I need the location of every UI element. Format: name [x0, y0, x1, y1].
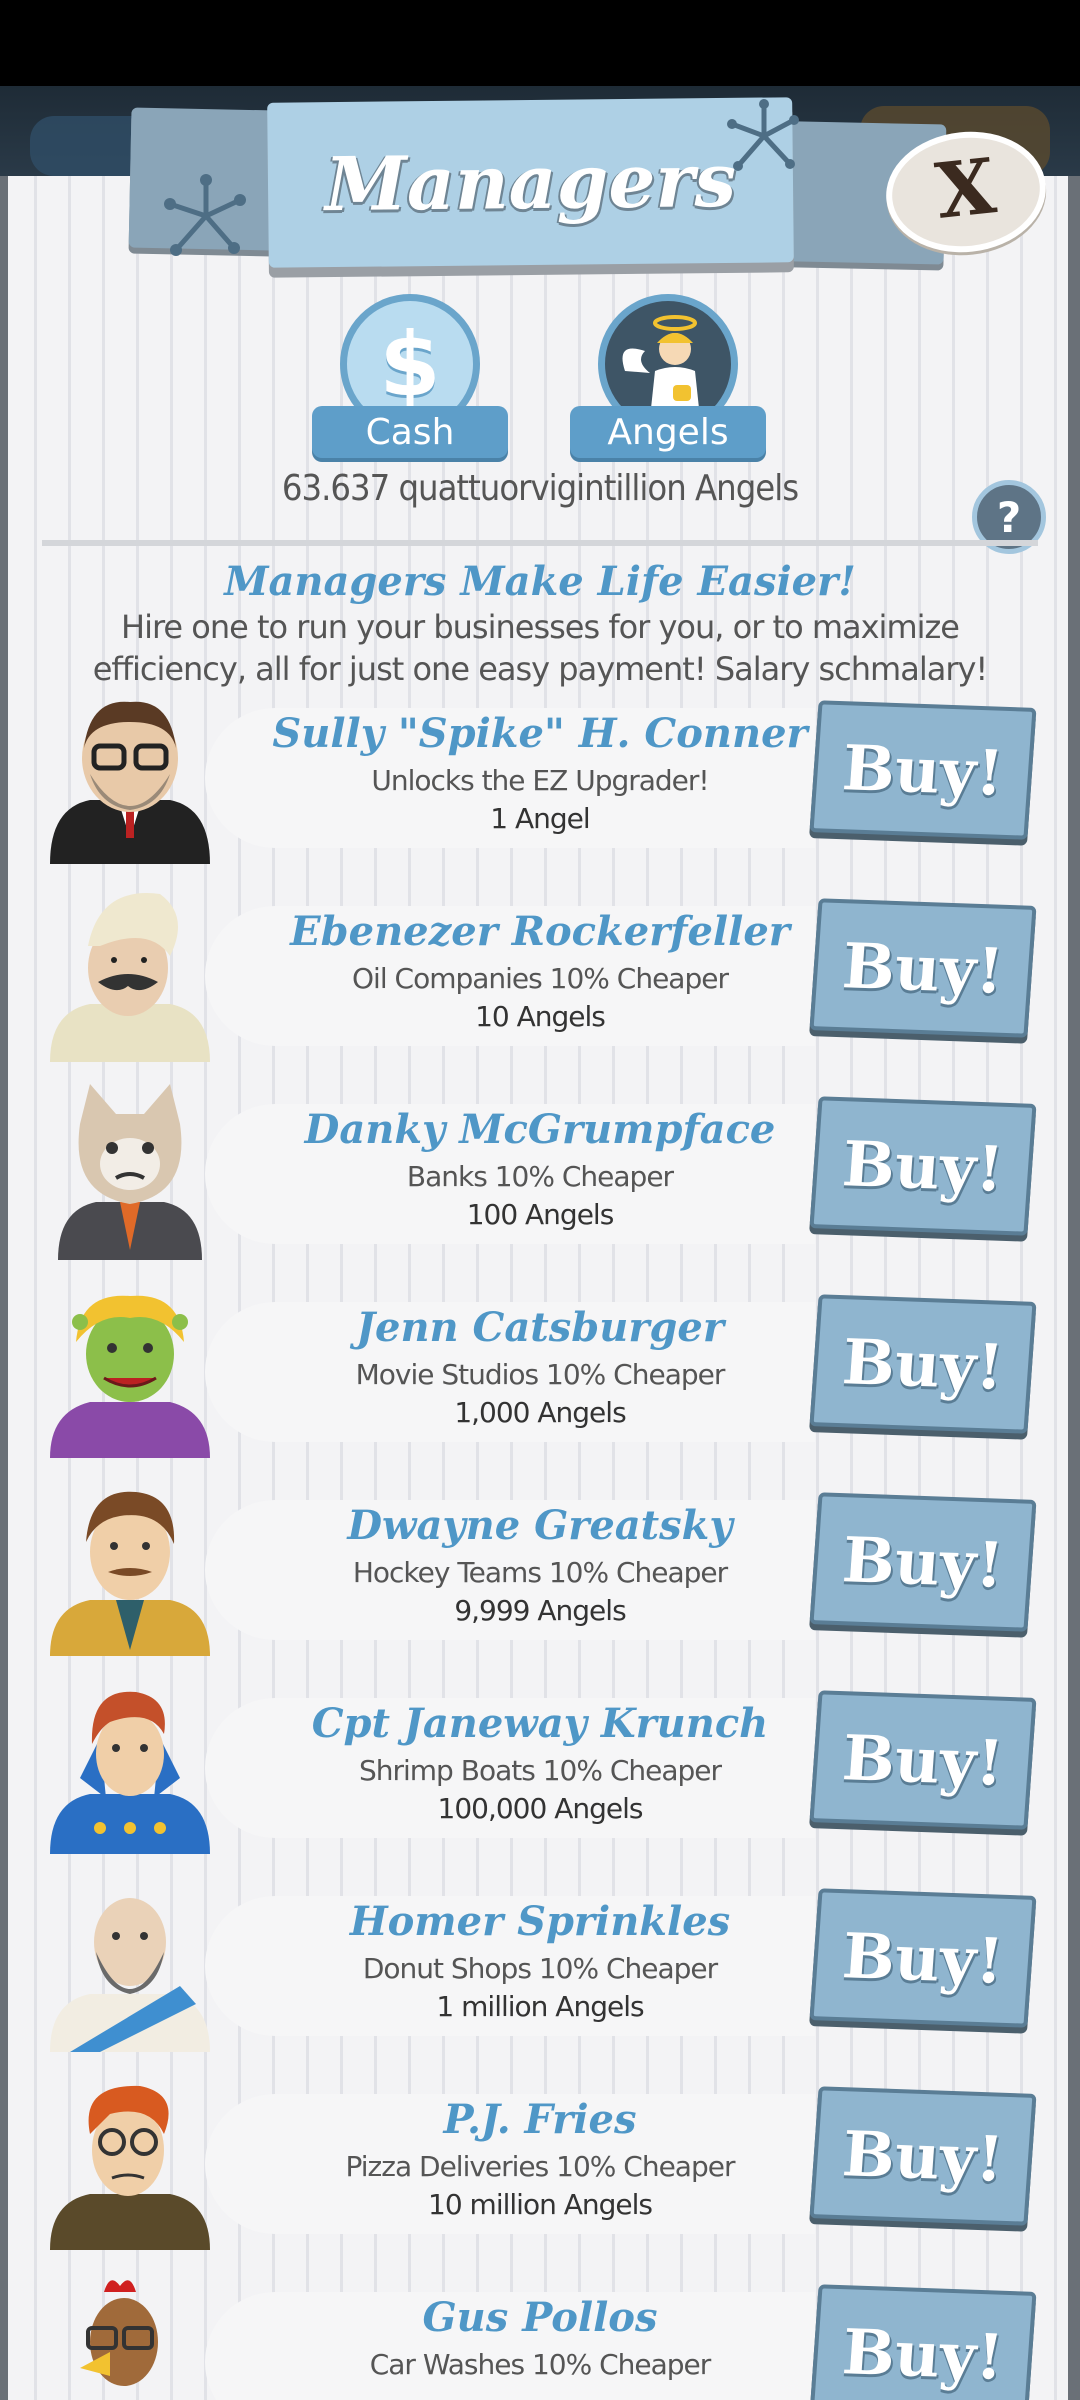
manager-row: Cpt Janeway Krunch Shrimp Boats 10% Chea…: [0, 1684, 1080, 1854]
tab-angels[interactable]: Angels: [570, 406, 766, 458]
manager-row: Gus Pollos Car Washes 10% Cheaper Buy!: [0, 2278, 1080, 2400]
promo-title: Managers Make Life Easier!: [224, 558, 856, 605]
tab-cash-label: Cash: [365, 411, 455, 453]
manager-cost: 1 Angel: [490, 802, 590, 835]
manager-name: Sully "Spike" H. Conner: [272, 710, 808, 757]
manager-desc: Shrimp Boats 10% Cheaper: [358, 1754, 722, 1787]
manager-cost: 1,000 Angels: [454, 1396, 626, 1429]
manager-cost: 100,000 Angels: [437, 1792, 644, 1825]
buy-button-label: Buy!: [840, 1522, 1006, 1602]
buy-button-label: Buy!: [840, 928, 1006, 1008]
manager-cost: 1 million Angels: [436, 1990, 644, 2023]
manager-portrait-homer: [50, 1898, 210, 2052]
manager-desc: Movie Studios 10% Cheaper: [355, 1358, 726, 1391]
buy-button-label: Buy!: [840, 730, 1006, 810]
manager-desc: Pizza Deliveries 10% Cheaper: [345, 2150, 736, 2183]
buy-button[interactable]: Buy!: [809, 700, 1037, 840]
close-icon: X: [931, 140, 1000, 236]
manager-name: Cpt Janeway Krunch: [311, 1700, 769, 1747]
buy-button-label: Buy!: [840, 2314, 1006, 2394]
buy-button[interactable]: Buy!: [809, 2284, 1037, 2400]
manager-desc: Unlocks the EZ Upgrader!: [371, 764, 709, 797]
buy-button[interactable]: Buy!: [809, 1096, 1037, 1236]
buy-button[interactable]: Buy!: [809, 898, 1037, 1038]
buy-button[interactable]: Buy!: [809, 1888, 1037, 2028]
manager-row: Sully "Spike" H. Conner Unlocks the EZ U…: [0, 694, 1080, 864]
buy-button-label: Buy!: [840, 1918, 1006, 1998]
manager-cost: 10 Angels: [475, 1000, 606, 1033]
buy-button[interactable]: Buy!: [809, 2086, 1037, 2226]
manager-cost: 100 Angels: [466, 1198, 615, 1231]
manager-desc: Oil Companies 10% Cheaper: [352, 962, 729, 995]
manager-desc: Donut Shops 10% Cheaper: [362, 1952, 718, 1985]
divider: [42, 540, 1038, 546]
buy-button-label: Buy!: [840, 2116, 1006, 2196]
buy-button[interactable]: Buy!: [809, 1294, 1037, 1434]
manager-row: Ebenezer Rockerfeller Oil Companies 10% …: [0, 892, 1080, 1062]
manager-desc: Banks 10% Cheaper: [406, 1160, 674, 1193]
manager-name: Dwayne Greatsky: [347, 1502, 733, 1549]
manager-row: Danky McGrumpface Banks 10% Cheaper 100 …: [0, 1084, 1080, 1260]
buy-button[interactable]: Buy!: [809, 1492, 1037, 1632]
manager-name: Gus Pollos: [422, 2294, 658, 2341]
star-decoration-icon: [164, 174, 246, 256]
manager-portrait-dwayne: [50, 1491, 210, 1656]
promo-text: Hire one to run your businesses for you,…: [92, 608, 989, 688]
manager-portrait-gus: [80, 2280, 158, 2386]
manager-portrait-pj: [50, 2085, 210, 2250]
manager-row: Dwayne Greatsky Hockey Teams 10% Cheaper…: [0, 1486, 1080, 1656]
buy-button-label: Buy!: [840, 1324, 1006, 1404]
manager-row: Homer Sprinkles Donut Shops 10% Cheaper …: [0, 1882, 1080, 2052]
manager-portrait-sully: [50, 701, 210, 864]
manager-cost: 10 million Angels: [428, 2188, 653, 2221]
page-title: Managers: [324, 137, 737, 228]
manager-desc: Car Washes 10% Cheaper: [369, 2348, 712, 2381]
manager-portrait-danky: [58, 1084, 202, 1260]
managers-panel: $ Cash Angels ? 63.637 quattuorvigintill…: [0, 176, 1080, 2400]
manager-row: P.J. Fries Pizza Deliveries 10% Cheaper …: [0, 2080, 1080, 2250]
manager-portrait-ebenezer: [50, 893, 210, 1062]
manager-cost: 9,999 Angels: [454, 1594, 626, 1627]
header-banner: Managers: [267, 97, 794, 268]
angels-count: 63.637 quattuorvigintillion Angels: [281, 468, 799, 509]
manager-name: Ebenezer Rockerfeller: [290, 908, 790, 955]
buy-button[interactable]: Buy!: [809, 1690, 1037, 1830]
manager-name: Jenn Catsburger: [356, 1304, 724, 1351]
manager-name: P.J. Fries: [443, 2096, 637, 2143]
buy-button-label: Buy!: [840, 1720, 1006, 1800]
tab-angels-label: Angels: [607, 411, 729, 453]
manager-portrait-jenn: [50, 1295, 210, 1458]
status-bar: [0, 0, 1080, 86]
manager-name: Homer Sprinkles: [349, 1898, 731, 1945]
manager-portrait-janeway: [50, 1691, 210, 1854]
manager-desc: Hockey Teams 10% Cheaper: [352, 1556, 728, 1589]
manager-row: Jenn Catsburger Movie Studios 10% Cheape…: [0, 1288, 1080, 1458]
tab-cash[interactable]: Cash: [312, 406, 508, 458]
buy-button-label: Buy!: [840, 1126, 1006, 1206]
manager-name: Danky McGrumpface: [304, 1106, 776, 1153]
star-decoration-icon: [727, 99, 799, 171]
